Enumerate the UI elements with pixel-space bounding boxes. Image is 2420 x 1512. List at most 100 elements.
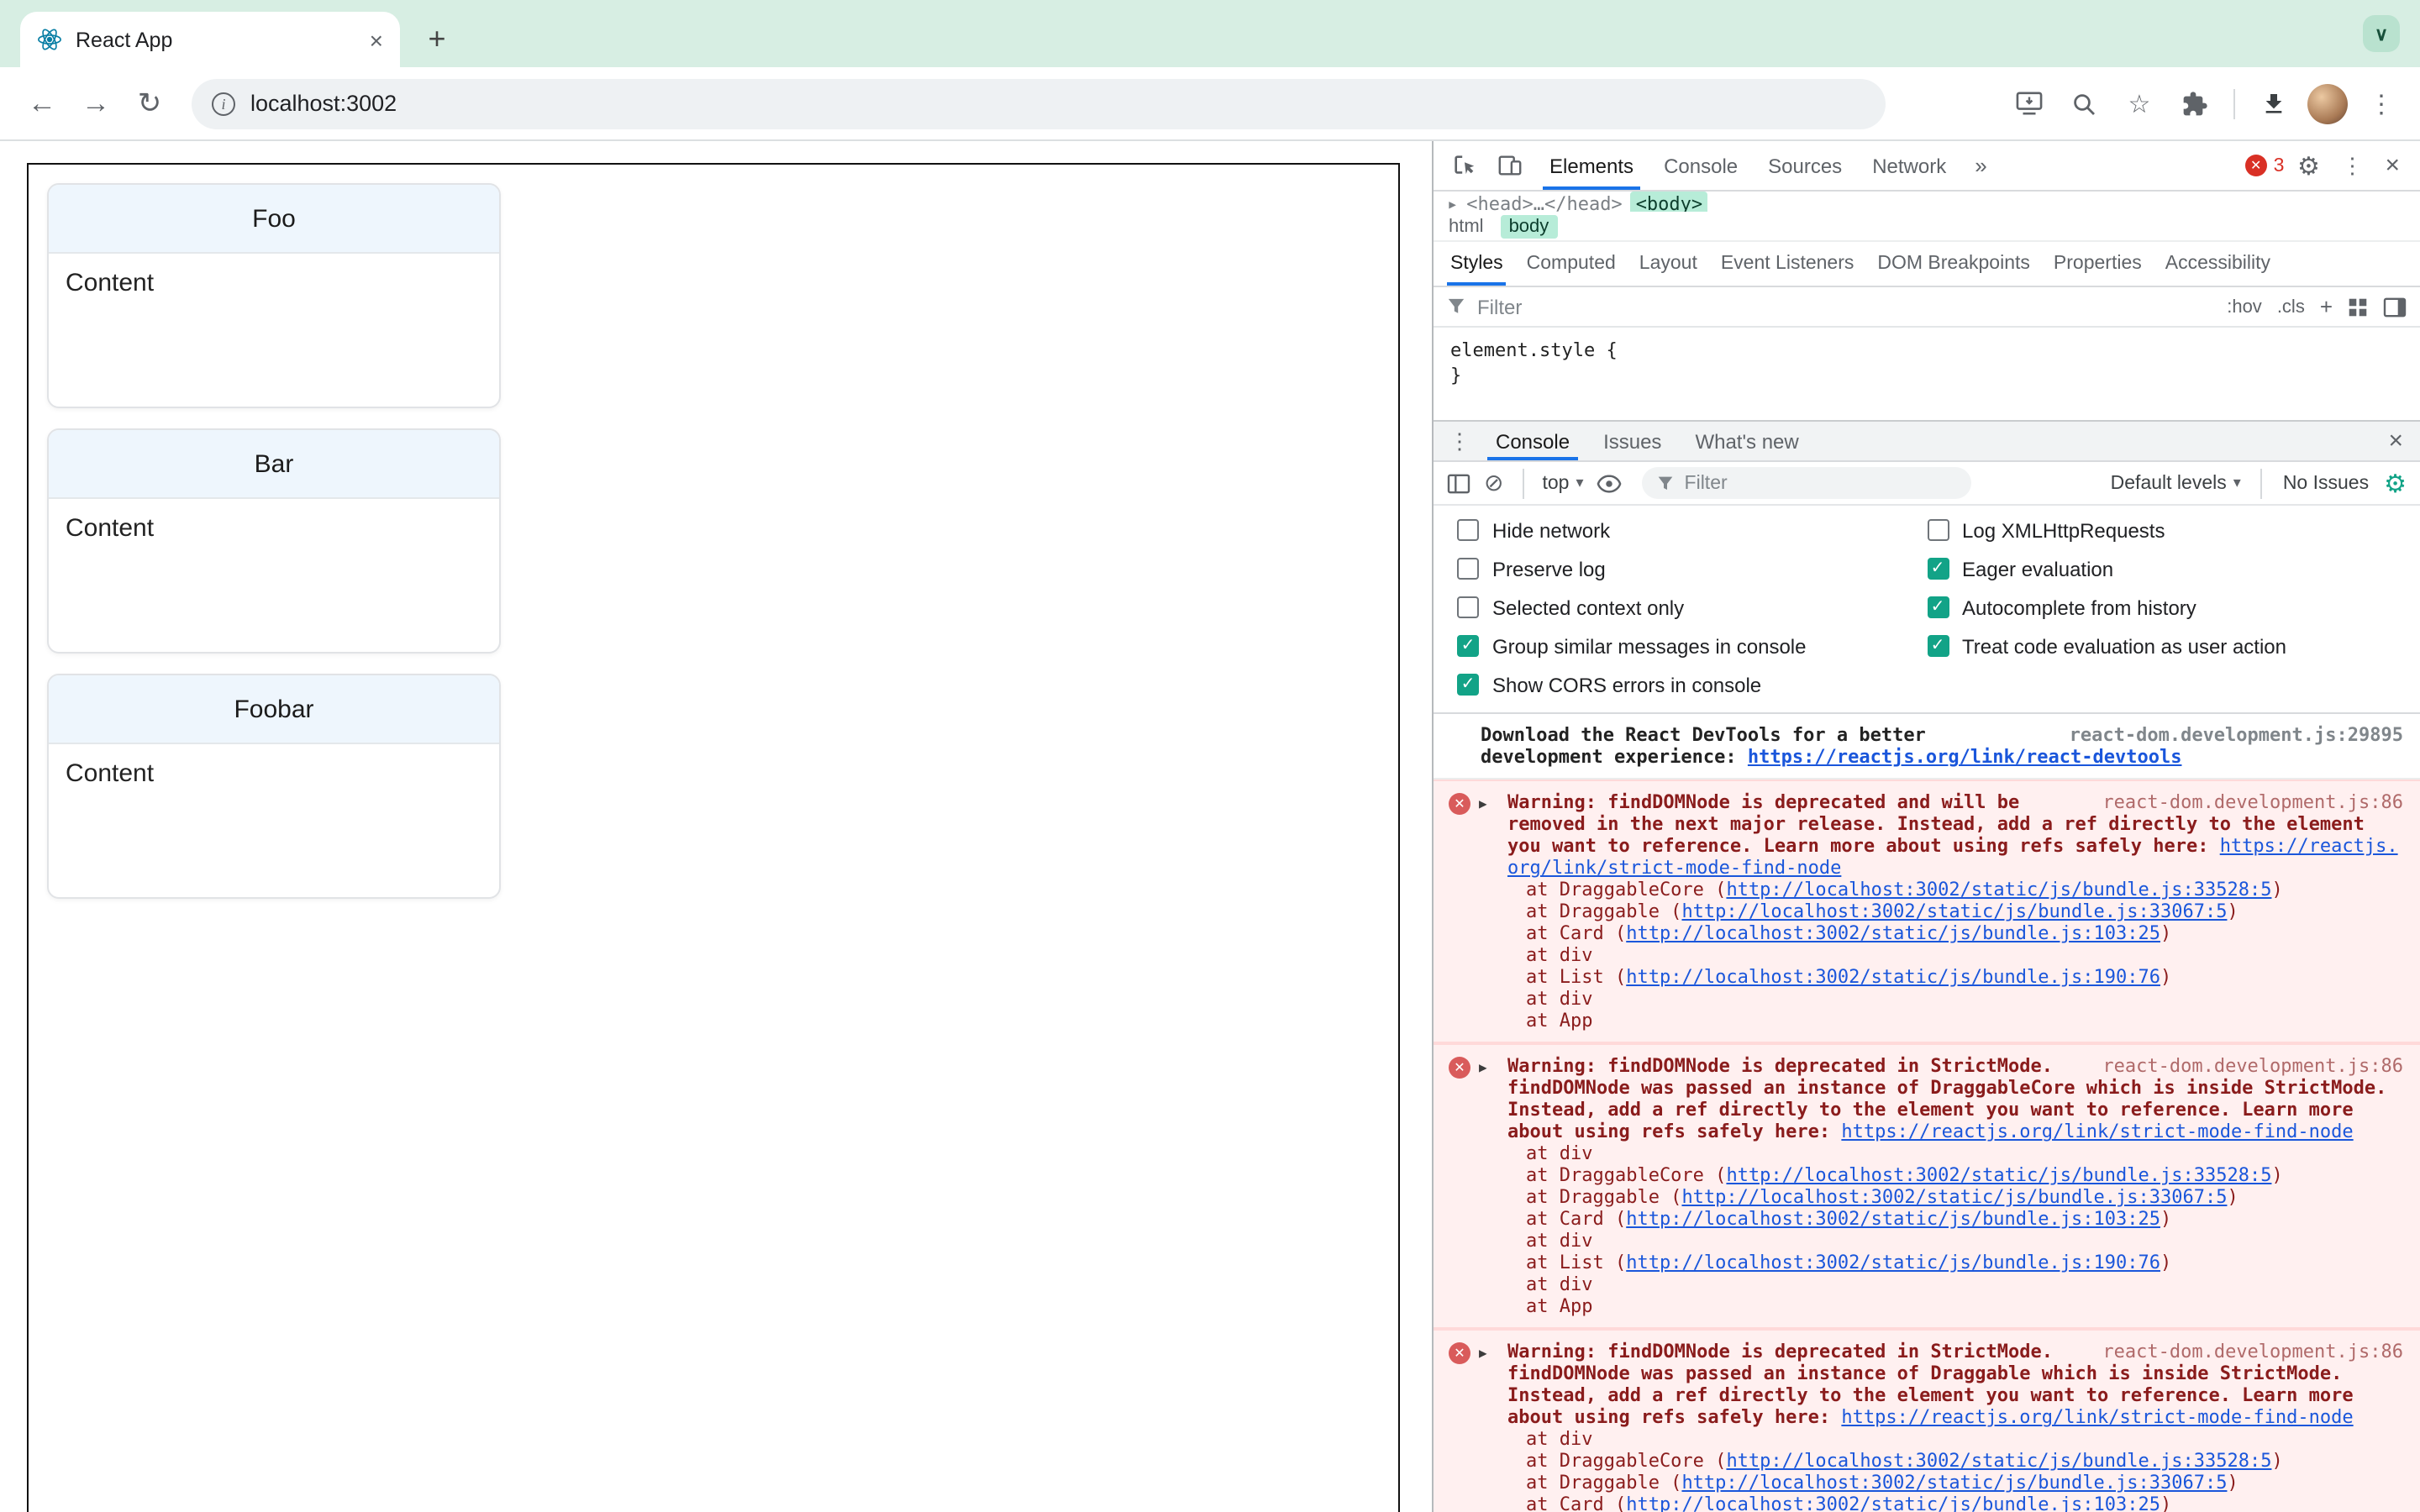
checkbox[interactable] <box>1457 596 1479 618</box>
browser-tab[interactable]: React App × <box>20 12 400 67</box>
breadcrumb-html[interactable]: html <box>1449 216 1484 236</box>
card-title[interactable]: Bar <box>49 430 499 499</box>
profile-avatar[interactable] <box>2307 83 2348 123</box>
clear-console-icon[interactable]: ⊘ <box>1484 469 1503 497</box>
browser-menu-kebab-icon[interactable]: ⋮ <box>2360 81 2403 125</box>
expand-triangle-icon[interactable]: ▶ <box>1479 793 1487 815</box>
stack-link[interactable]: http://localhost:3002/static/js/bundle.j… <box>1626 1494 2160 1512</box>
checkbox[interactable]: ✓ <box>1457 674 1479 696</box>
console-setting-log-xmlhttprequests[interactable]: Log XMLHttpRequests <box>1927 511 2396 549</box>
toggle-class-button[interactable]: .cls <box>2277 297 2305 317</box>
site-info-icon[interactable]: i <box>212 92 235 115</box>
new-style-rule-button[interactable]: + <box>2320 294 2333 319</box>
device-toolbar-icon[interactable] <box>1489 145 1531 186</box>
dom-body-tag-selected[interactable]: <body> <box>1630 192 1708 212</box>
elements-tab-computed[interactable]: Computed <box>1515 242 1628 286</box>
stack-link[interactable]: http://localhost:3002/static/js/bundle.j… <box>1681 900 2227 922</box>
message-source-link[interactable]: react-dom.development.js:86 <box>2102 1341 2403 1362</box>
console-sidebar-icon[interactable] <box>1447 473 1470 493</box>
elements-tab-styles[interactable]: Styles <box>1439 242 1515 286</box>
drawer-tab-issues[interactable]: Issues <box>1586 422 1678 460</box>
stack-link[interactable]: http://localhost:3002/static/js/bundle.j… <box>1681 1186 2227 1208</box>
breadcrumb-body[interactable]: body <box>1500 214 1558 238</box>
dom-head-tag[interactable]: <head>…</head> <box>1466 192 1622 212</box>
more-tabs-icon[interactable]: » <box>1965 153 1996 178</box>
message-source-link[interactable]: react-dom.development.js:29895 <box>2070 724 2403 746</box>
console-setting-preserve-log[interactable]: Preserve log <box>1457 549 1927 588</box>
back-button[interactable]: ← <box>17 78 67 129</box>
new-tab-button[interactable]: + <box>413 15 460 62</box>
checkbox[interactable]: ✓ <box>1927 596 1949 618</box>
forward-button[interactable]: → <box>71 78 121 129</box>
message-link[interactable]: https://reactjs.org/link/strict-mode-fin… <box>1841 1406 2353 1428</box>
style-rule-selector[interactable]: element.style <box>1450 339 1595 361</box>
drawer-tab-console[interactable]: Console <box>1479 422 1586 460</box>
message-source-link[interactable]: react-dom.development.js:86 <box>2102 1055 2403 1077</box>
devtools-close-icon[interactable]: × <box>2375 151 2410 180</box>
elements-tab-layout[interactable]: Layout <box>1628 242 1709 286</box>
console-setting-treat-code-evaluation-as-user-action[interactable]: ✓ Treat code evaluation as user action <box>1927 627 2396 665</box>
stack-link[interactable]: http://localhost:3002/static/js/bundle.j… <box>1626 922 2160 944</box>
styles-filter-input[interactable]: Filter <box>1477 295 1522 318</box>
devtools-tab-network[interactable]: Network <box>1857 141 1961 190</box>
drawer-menu-kebab-icon[interactable]: ⋮ <box>1440 428 1479 454</box>
zoom-icon[interactable] <box>2062 81 2106 125</box>
checkbox[interactable] <box>1457 558 1479 580</box>
url-bar[interactable]: i localhost:3002 <box>192 78 1886 129</box>
stack-link[interactable]: http://localhost:3002/static/js/bundle.j… <box>1626 966 2160 988</box>
elements-tab-properties[interactable]: Properties <box>2042 242 2154 286</box>
style-rule[interactable]: element.style { <box>1450 338 2403 363</box>
tab-close-icon[interactable]: × <box>370 28 383 51</box>
message-link[interactable]: https://reactjs.org/link/strict-mode-fin… <box>1841 1121 2353 1142</box>
checkbox[interactable]: ✓ <box>1927 558 1949 580</box>
install-icon[interactable] <box>2007 81 2050 125</box>
devtools-settings-gear-icon[interactable]: ⚙ <box>2287 145 2329 186</box>
url-text[interactable]: localhost:3002 <box>250 91 397 116</box>
log-levels-selector[interactable]: Default levels ▾ <box>2111 473 2241 493</box>
tab-search-button[interactable]: ∨ <box>2363 15 2400 52</box>
console-setting-show-cors-errors-in-console[interactable]: ✓ Show CORS errors in console <box>1457 665 1927 704</box>
console-setting-autocomplete-from-history[interactable]: ✓ Autocomplete from history <box>1927 588 2396 627</box>
stack-link[interactable]: http://localhost:3002/static/js/bundle.j… <box>1726 1450 2271 1472</box>
console-setting-eager-evaluation[interactable]: ✓ Eager evaluation <box>1927 549 2396 588</box>
message-link[interactable]: https://reactjs.org/link/react-devtools <box>1748 746 2182 768</box>
toggle-hover-state-button[interactable]: :hov <box>2227 297 2262 317</box>
elements-tab-accessibility[interactable]: Accessibility <box>2154 242 2282 286</box>
devtools-menu-kebab-icon[interactable]: ⋮ <box>2333 152 2371 179</box>
stack-link[interactable]: http://localhost:3002/static/js/bundle.j… <box>1726 1164 2271 1186</box>
console-setting-hide-network[interactable]: Hide network <box>1457 511 1927 549</box>
console-setting-group-similar-messages-in-console[interactable]: ✓ Group similar messages in console <box>1457 627 1927 665</box>
tree-arrow-icon[interactable]: ▸ <box>1447 192 1458 212</box>
console-settings-gear-icon[interactable]: ⚙ <box>2384 468 2407 498</box>
devtools-tab-sources[interactable]: Sources <box>1753 141 1857 190</box>
expand-triangle-icon[interactable]: ▶ <box>1479 1057 1487 1079</box>
stack-link[interactable]: http://localhost:3002/static/js/bundle.j… <box>1626 1252 2160 1273</box>
drawer-tab-what-s-new[interactable]: What's new <box>1678 422 1815 460</box>
console-setting-selected-context-only[interactable]: Selected context only <box>1457 588 1927 627</box>
checkbox[interactable] <box>1457 519 1479 541</box>
console-filter-input[interactable]: Filter <box>1642 467 1972 499</box>
inspect-element-icon[interactable] <box>1444 145 1486 186</box>
context-selector[interactable]: top ▾ <box>1542 473 1583 493</box>
rendering-grid-icon[interactable] <box>2348 297 2368 317</box>
elements-tab-dom-breakpoints[interactable]: DOM Breakpoints <box>1865 242 2042 286</box>
message-source-link[interactable]: react-dom.development.js:86 <box>2102 791 2403 813</box>
elements-tab-event-listeners[interactable]: Event Listeners <box>1709 242 1866 286</box>
error-count-badge[interactable]: ✕ 3 <box>2244 155 2284 176</box>
devtools-tab-console[interactable]: Console <box>1649 141 1753 190</box>
checkbox[interactable]: ✓ <box>1457 635 1479 657</box>
reload-button[interactable]: ↻ <box>124 78 175 129</box>
toggle-sidebar-panel-icon[interactable] <box>2383 297 2407 317</box>
drawer-close-icon[interactable]: × <box>2378 427 2413 455</box>
stack-link[interactable]: http://localhost:3002/static/js/bundle.j… <box>1726 879 2271 900</box>
expand-triangle-icon[interactable]: ▶ <box>1479 1342 1487 1364</box>
extensions-puzzle-icon[interactable] <box>2173 81 2217 125</box>
stack-link[interactable]: http://localhost:3002/static/js/bundle.j… <box>1626 1208 2160 1230</box>
checkbox[interactable]: ✓ <box>1927 635 1949 657</box>
card-title[interactable]: Foo <box>49 185 499 254</box>
stack-link[interactable]: http://localhost:3002/static/js/bundle.j… <box>1681 1472 2227 1494</box>
checkbox[interactable] <box>1927 519 1949 541</box>
devtools-tab-elements[interactable]: Elements <box>1534 141 1649 190</box>
issues-counter[interactable]: No Issues <box>2283 473 2369 493</box>
bookmark-star-icon[interactable]: ☆ <box>2118 81 2161 125</box>
